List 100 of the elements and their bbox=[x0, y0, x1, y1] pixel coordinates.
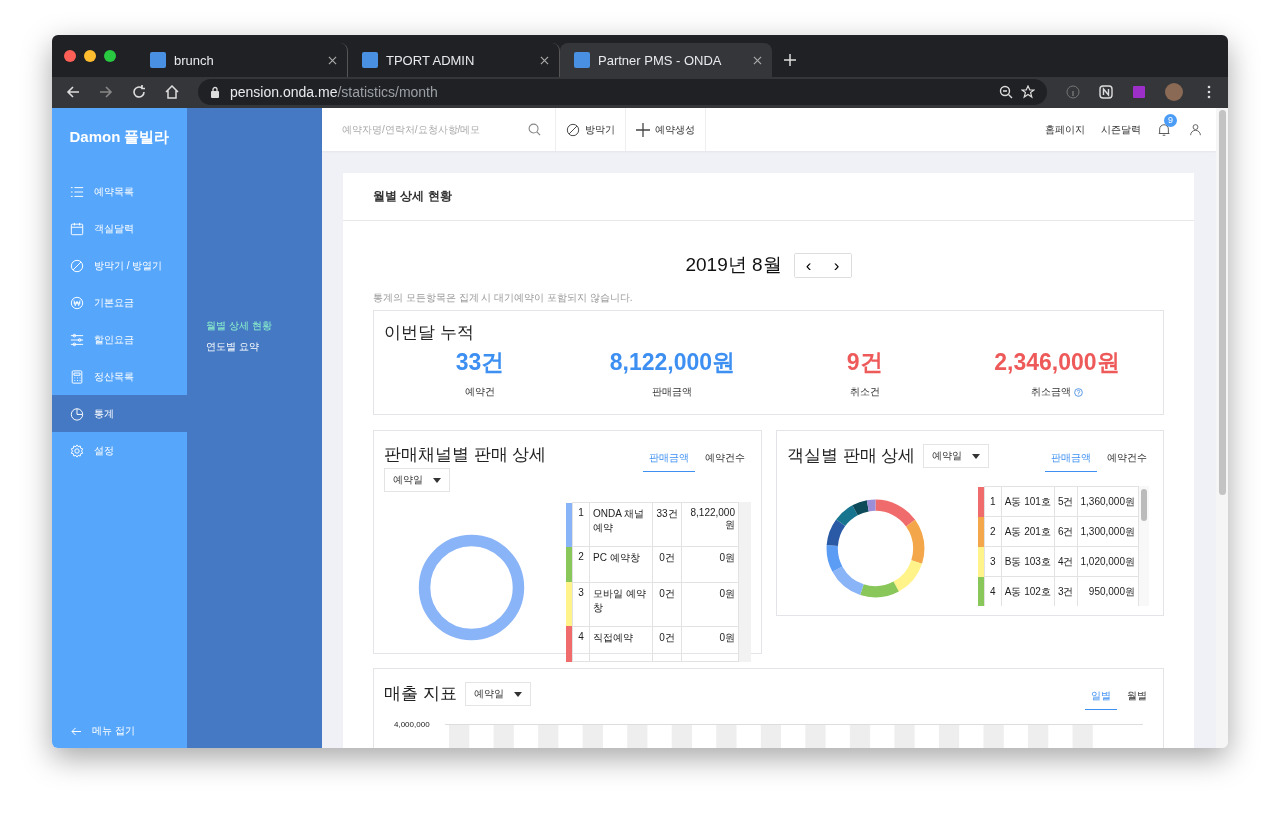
back-icon[interactable] bbox=[66, 84, 80, 99]
home-icon[interactable] bbox=[165, 84, 179, 99]
new-tab-icon[interactable] bbox=[784, 54, 796, 66]
tab[interactable]: 월별 bbox=[1121, 685, 1153, 710]
table-cell: 1 bbox=[984, 486, 1002, 517]
property-name: Damon 풀빌라 bbox=[68, 127, 171, 147]
table-cell: 0건 bbox=[652, 582, 682, 626]
table-cell: 1 bbox=[572, 502, 590, 547]
submenu-item[interactable]: 연도별 요약 bbox=[187, 337, 322, 358]
sidebar-item[interactable]: 통계 bbox=[52, 395, 187, 432]
table-cell: 6건 bbox=[1054, 516, 1077, 547]
table-cell: A동 201호 bbox=[1001, 516, 1055, 547]
lock-icon bbox=[210, 85, 220, 98]
table-cell: 5건 bbox=[1054, 486, 1077, 517]
table-cell: 직접예약 bbox=[589, 626, 653, 662]
user-icon[interactable] bbox=[1189, 123, 1202, 136]
scrollbar[interactable] bbox=[1216, 108, 1228, 748]
gear-icon bbox=[70, 443, 84, 458]
table-cell: 모바일 예약창 bbox=[589, 582, 653, 626]
season-calendar-link[interactable]: 시즌달력 bbox=[1101, 122, 1141, 137]
stat-label: 판매금액 bbox=[652, 385, 693, 399]
table-cell: B동 103호 bbox=[1001, 546, 1055, 577]
arrow-icon bbox=[71, 726, 82, 736]
scrollbar[interactable] bbox=[1139, 486, 1149, 606]
scrollbar[interactable] bbox=[739, 502, 751, 662]
caret-icon bbox=[433, 477, 441, 483]
site-icon bbox=[362, 52, 378, 68]
close-window-icon[interactable] bbox=[64, 50, 76, 62]
table-cell: 0원 bbox=[681, 582, 739, 626]
create-reservation-button[interactable]: 예약생성 bbox=[626, 108, 706, 151]
star-icon[interactable] bbox=[1021, 84, 1035, 99]
table-cell: 1,360,000원 bbox=[1077, 486, 1139, 517]
table-cell: 0건 bbox=[652, 626, 682, 662]
table-cell: ONDA 채널 예약 bbox=[589, 502, 653, 547]
zoom-icon[interactable] bbox=[999, 84, 1013, 99]
homepage-link[interactable]: 홈페이지 bbox=[1045, 122, 1085, 137]
date-type-dropdown[interactable]: 예약일 bbox=[923, 444, 990, 468]
site-icon bbox=[574, 52, 590, 68]
block-room-button[interactable]: 방막기 bbox=[556, 108, 626, 151]
url-host: pension.onda.me bbox=[230, 83, 338, 100]
close-icon[interactable] bbox=[540, 55, 549, 65]
calculator-icon bbox=[70, 369, 84, 384]
close-icon[interactable] bbox=[753, 55, 762, 65]
forward-icon[interactable] bbox=[99, 84, 113, 99]
axis-label: 4,000,000 bbox=[394, 720, 430, 729]
date-type-dropdown[interactable]: 예약일 bbox=[464, 682, 531, 706]
pie-icon bbox=[70, 406, 84, 421]
tab[interactable]: 예약건수 bbox=[699, 447, 751, 472]
stat-label: 예약건 bbox=[465, 385, 496, 399]
maximize-window-icon[interactable] bbox=[104, 50, 116, 62]
browser-tab[interactable]: Partner PMS - ONDA bbox=[560, 43, 772, 77]
stat-label: 취소금액 bbox=[1030, 385, 1071, 399]
table-cell: 0원 bbox=[681, 626, 739, 662]
stat-value: 2,346,000원 bbox=[993, 348, 1121, 377]
table-cell: 3 bbox=[572, 582, 590, 626]
table-cell: 33건 bbox=[652, 502, 682, 547]
close-icon[interactable] bbox=[328, 55, 337, 65]
section-title: 이번달 누적 bbox=[384, 322, 475, 344]
tab[interactable]: 판매금액 bbox=[643, 447, 695, 472]
table-cell: PC 예약창 bbox=[589, 546, 653, 582]
minimize-window-icon[interactable] bbox=[84, 50, 96, 62]
table-cell: 8,122,000원 bbox=[681, 502, 739, 547]
notification-badge: 9 bbox=[1164, 113, 1177, 127]
table-cell: 2 bbox=[572, 546, 590, 582]
url-path: /statistics/month bbox=[337, 83, 438, 100]
list-icon bbox=[70, 184, 84, 199]
section-title: 매출 지표 bbox=[384, 682, 457, 705]
table-cell: 1,300,000원 bbox=[1077, 516, 1139, 547]
page-title: 월별 상세 현황 bbox=[343, 173, 1194, 221]
table-cell: 0원 bbox=[681, 546, 739, 582]
stat-label: 취소건 bbox=[849, 385, 880, 399]
search-icon bbox=[528, 123, 541, 136]
bell-icon[interactable] bbox=[1157, 121, 1171, 138]
address-bar[interactable]: pension.onda.me/statistics/month bbox=[198, 78, 1047, 105]
table-cell: 4 bbox=[984, 576, 1002, 606]
table-cell: 4건 bbox=[1054, 546, 1077, 577]
extension-icon[interactable] bbox=[1099, 84, 1113, 99]
sliders-icon bbox=[70, 332, 84, 347]
reload-icon[interactable] bbox=[132, 84, 146, 99]
calendar-icon bbox=[70, 221, 84, 236]
plus-icon bbox=[636, 122, 650, 137]
tab[interactable]: 일별 bbox=[1085, 685, 1117, 710]
section-title: 객실별 판매 상세 bbox=[787, 444, 916, 467]
block-icon bbox=[566, 122, 580, 137]
tab[interactable]: 판매금액 bbox=[1045, 447, 1097, 472]
section-title: 판매채널별 판매 상세 bbox=[384, 444, 547, 466]
caret-icon bbox=[513, 691, 522, 697]
block-icon bbox=[70, 258, 84, 273]
won-icon bbox=[70, 295, 84, 310]
profile-avatar[interactable] bbox=[1165, 82, 1183, 101]
table-cell: 2 bbox=[984, 516, 1002, 547]
month-label: 2019년 8월 bbox=[685, 253, 782, 277]
table-cell: 4 bbox=[572, 626, 590, 662]
table-cell: A동 101호 bbox=[1001, 486, 1055, 517]
stat-value: 33건 bbox=[454, 348, 506, 377]
date-type-dropdown[interactable]: 예약일 bbox=[384, 468, 450, 492]
caret-icon bbox=[972, 453, 981, 459]
table-cell: 0건 bbox=[652, 546, 682, 582]
tab[interactable]: 예약건수 bbox=[1101, 447, 1153, 472]
stat-value: 8,122,000원 bbox=[608, 348, 737, 377]
